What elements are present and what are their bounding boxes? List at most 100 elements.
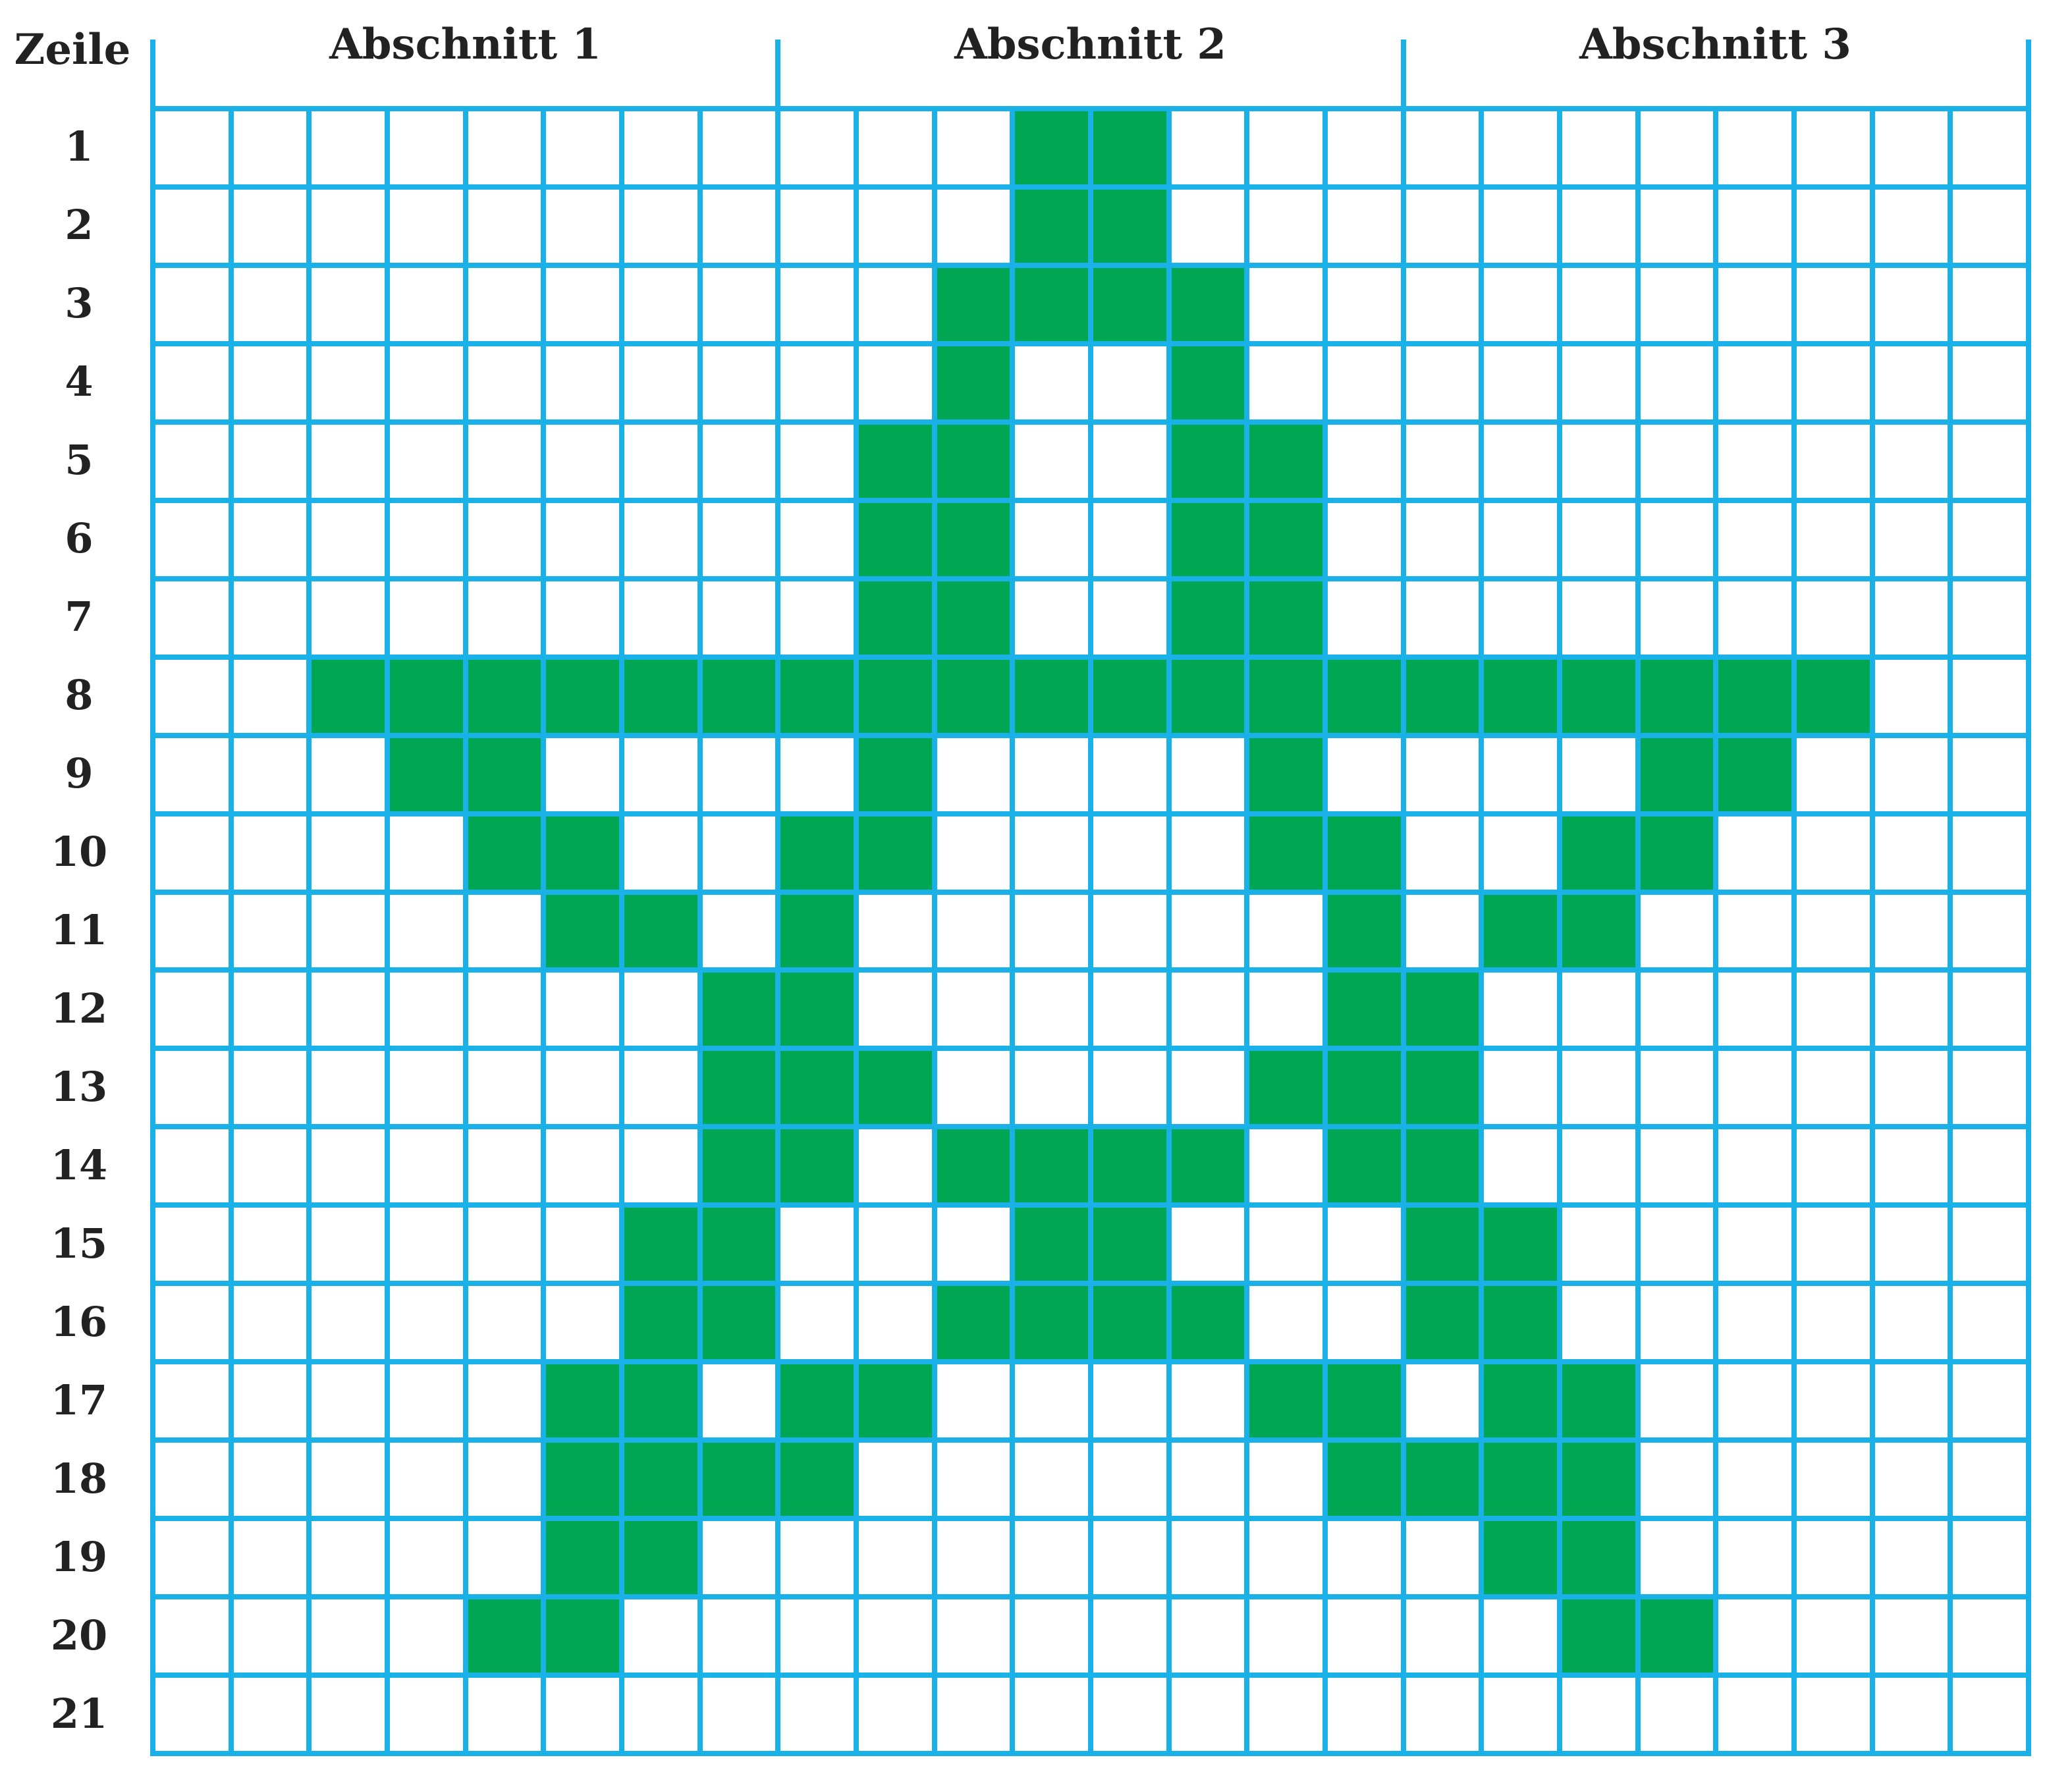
filled-cell <box>934 343 1013 422</box>
filled-cell <box>856 1362 935 1441</box>
filled-cell <box>856 735 935 814</box>
filled-cell <box>1247 500 1325 579</box>
filled-cell <box>1794 656 1872 736</box>
grid-row-line <box>150 1751 2031 1756</box>
grid-column-line <box>385 109 390 1754</box>
filled-cell <box>1091 1283 1169 1362</box>
filled-cell <box>1481 892 1560 971</box>
filled-cell <box>856 500 935 579</box>
row-number-label: 9 <box>65 749 94 798</box>
grid-column-line <box>1088 109 1093 1754</box>
grid-column-line <box>541 109 547 1754</box>
filled-cell <box>856 813 935 892</box>
filled-cell <box>1091 656 1169 736</box>
row-number-label: 14 <box>50 1140 108 1189</box>
filled-cell <box>622 1283 700 1362</box>
filled-cell <box>1091 265 1169 344</box>
filled-cell <box>1325 656 1404 736</box>
filled-cell <box>699 1440 778 1519</box>
filled-cell <box>1168 1283 1247 1362</box>
filled-cell <box>622 1362 700 1441</box>
filled-cell <box>1012 109 1091 187</box>
filled-cell <box>1012 1127 1091 1206</box>
grid-column-line <box>1322 109 1328 1754</box>
filled-cell <box>1091 1127 1169 1206</box>
grid-row-line <box>150 889 2031 895</box>
row-header-label: Zeile <box>14 25 131 74</box>
filled-cell <box>1012 186 1091 265</box>
grid-column-line <box>775 40 781 1754</box>
filled-cell <box>1247 578 1325 657</box>
filled-cell <box>1325 1127 1404 1206</box>
filled-cell <box>1481 1283 1560 1362</box>
filled-cell <box>778 1127 856 1206</box>
filled-cell <box>309 656 387 736</box>
filled-cell <box>934 656 1013 736</box>
row-number-label: 21 <box>50 1689 108 1738</box>
filled-cell <box>856 656 935 736</box>
filled-cell <box>1403 1283 1482 1362</box>
filled-cell <box>1091 1205 1169 1284</box>
filled-cell <box>1716 656 1794 736</box>
filled-cell <box>1325 1048 1404 1127</box>
grid-column-line <box>150 40 155 1754</box>
filled-cell <box>1560 1597 1638 1676</box>
section-2-header: Abschnitt 2 <box>954 20 1226 69</box>
filled-cell <box>387 656 466 736</box>
grid-column-line <box>1635 109 1641 1754</box>
filled-cell <box>543 656 622 736</box>
filled-cell <box>699 1048 778 1127</box>
filled-cell <box>1325 1362 1404 1441</box>
section-3-header: Abschnitt 3 <box>1579 20 1851 69</box>
filled-cell <box>778 1362 856 1441</box>
grid-row-line <box>150 1124 2031 1130</box>
filled-cell <box>934 421 1013 500</box>
filled-cell <box>1481 1205 1560 1284</box>
filled-cell <box>778 970 856 1049</box>
filled-cell <box>1325 813 1404 892</box>
grid-row-line <box>150 497 2031 503</box>
row-number-label: 7 <box>65 593 94 641</box>
filled-cell <box>543 1440 622 1519</box>
row-number-label: 20 <box>50 1611 108 1659</box>
filled-cell <box>934 1127 1013 1206</box>
grid-column-line <box>1479 109 1485 1754</box>
grid-row-line <box>150 1673 2031 1678</box>
filled-cell <box>1168 343 1247 422</box>
grid-row-line <box>150 1594 2031 1600</box>
filled-cell <box>1168 421 1247 500</box>
filled-cell <box>1325 892 1404 971</box>
filled-cell <box>1481 1362 1560 1441</box>
filled-cell <box>1247 735 1325 814</box>
row-number-label: 4 <box>65 358 94 406</box>
grid-row-line <box>150 1437 2031 1443</box>
filled-cell <box>856 421 935 500</box>
filled-cell <box>1560 892 1638 971</box>
grid-column-line <box>619 109 624 1754</box>
grid-column-line <box>1869 109 1875 1754</box>
filled-cell <box>778 656 856 736</box>
pixel-grid <box>150 40 2031 1756</box>
row-number-label: 5 <box>65 436 94 485</box>
filled-cell <box>543 813 622 892</box>
filled-cell <box>1012 1283 1091 1362</box>
filled-cell <box>856 1048 935 1127</box>
grid-column-line <box>1010 109 1016 1754</box>
grid-row-line <box>150 419 2031 425</box>
filled-cell <box>622 1518 700 1597</box>
grid-row-line <box>150 1359 2031 1365</box>
filled-cell <box>1637 813 1716 892</box>
filled-cell <box>543 892 622 971</box>
filled-cell <box>1560 1440 1638 1519</box>
filled-cell <box>1012 265 1091 344</box>
filled-cell <box>465 735 544 814</box>
grid-row-line <box>150 106 2031 111</box>
filled-cell <box>1403 656 1482 736</box>
filled-cell <box>699 970 778 1049</box>
section-1-header: Abschnitt 1 <box>329 20 601 69</box>
filled-cell <box>1403 1440 1482 1519</box>
grid-row-line <box>150 1202 2031 1208</box>
row-number-label: 3 <box>65 279 94 328</box>
filled-cell <box>1403 970 1482 1049</box>
filled-cell <box>1560 813 1638 892</box>
